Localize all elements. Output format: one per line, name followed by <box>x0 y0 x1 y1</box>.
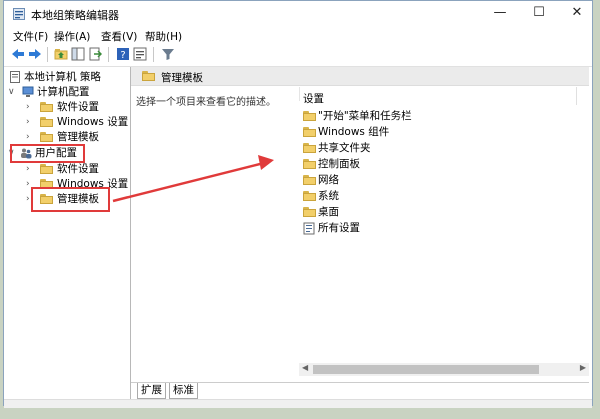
chevron-right-icon[interactable]: › <box>26 130 34 145</box>
chevron-right-icon[interactable]: › <box>26 100 34 115</box>
forward-arrow-icon[interactable] <box>28 47 42 61</box>
folder-icon <box>40 164 53 174</box>
details-header: 管理模板 <box>131 67 589 86</box>
menu-view[interactable]: 查看(V) <box>101 29 137 44</box>
back-arrow-icon[interactable] <box>11 47 25 61</box>
folder-icon <box>40 117 53 127</box>
horizontal-scrollbar[interactable]: ◀ ▶ <box>299 363 589 376</box>
chevron-right-icon[interactable]: › <box>26 115 34 130</box>
scroll-left-icon[interactable]: ◀ <box>302 363 308 372</box>
filter-icon[interactable] <box>161 47 175 61</box>
show-hide-tree-icon[interactable] <box>71 47 85 61</box>
svg-text:?: ? <box>120 50 125 61</box>
policy-document-icon <box>10 71 20 83</box>
tree-item-label: 软件设置 <box>57 163 99 175</box>
menu-bar: 文件(F) 操作(A) 查看(V) 帮助(H) <box>4 27 592 44</box>
scroll-right-icon[interactable]: ▶ <box>580 363 586 372</box>
folder-icon <box>303 175 316 185</box>
chevron-right-icon[interactable]: › <box>26 162 34 177</box>
folder-icon <box>303 191 316 201</box>
details-pane: 管理模板 选择一个项目来查看它的描述。 设置 "开始"菜单和任务栏 Window… <box>131 67 589 400</box>
highlight-user-config <box>10 144 85 163</box>
maximize-icon[interactable]: ☐ <box>525 4 553 22</box>
scrollbar-thumb[interactable] <box>313 365 539 374</box>
column-header-setting[interactable]: 设置 <box>303 91 324 106</box>
policy-app-icon <box>13 8 25 20</box>
folder-icon <box>142 71 155 81</box>
details-title: 管理模板 <box>161 72 203 84</box>
tree-item-label: 计算机配置 <box>37 86 90 98</box>
window-title: 本地组策略编辑器 <box>31 9 119 22</box>
folder-icon <box>40 132 53 142</box>
folder-icon <box>303 111 316 121</box>
menu-action[interactable]: 操作(A) <box>54 29 90 44</box>
tree-item-label: 本地计算机 策略 <box>24 71 101 83</box>
toolbar: ? <box>4 44 592 67</box>
highlight-user-templates <box>31 187 110 212</box>
computer-icon <box>22 86 34 97</box>
navigation-tree: 本地计算机 策略 ∨ 计算机配置 › 软件设置 › Windows 设置 › 管… <box>4 67 131 399</box>
chevron-down-icon[interactable]: ∨ <box>8 85 16 100</box>
folder-up-icon[interactable] <box>54 47 68 61</box>
folder-icon <box>303 143 316 153</box>
menu-file[interactable]: 文件(F) <box>13 29 48 44</box>
view-tabs: 扩展 标准 <box>131 382 589 400</box>
help-icon[interactable]: ? <box>116 47 130 61</box>
pane-divider <box>299 87 300 101</box>
description-text: 选择一个项目来查看它的描述。 <box>136 97 276 108</box>
tree-item-label: Windows 设置 <box>57 116 129 128</box>
properties-icon[interactable] <box>133 47 147 61</box>
folder-icon <box>40 102 53 112</box>
toolbar-separator <box>47 47 48 62</box>
tree-item-label: 管理模板 <box>57 131 99 143</box>
toolbar-separator <box>108 47 109 62</box>
status-bar <box>4 399 592 408</box>
folder-icon <box>303 159 316 169</box>
title-bar: 本地组策略编辑器 — ☐ ✕ <box>4 1 592 27</box>
minimize-icon[interactable]: — <box>486 4 514 22</box>
column-divider <box>576 87 577 105</box>
gpedit-window: 本地组策略编辑器 — ☐ ✕ 文件(F) 操作(A) 查看(V) 帮助(H) ?… <box>3 0 593 408</box>
folder-icon <box>303 127 316 137</box>
menu-help[interactable]: 帮助(H) <box>145 29 182 44</box>
folder-icon <box>303 207 316 217</box>
export-list-icon[interactable] <box>88 47 102 61</box>
all-settings-icon <box>303 222 315 235</box>
tab-extended[interactable]: 扩展 <box>137 383 166 399</box>
tree-item-label: 软件设置 <box>57 101 99 113</box>
tab-standard[interactable]: 标准 <box>169 383 198 399</box>
close-icon[interactable]: ✕ <box>563 4 591 22</box>
toolbar-separator <box>153 47 154 62</box>
